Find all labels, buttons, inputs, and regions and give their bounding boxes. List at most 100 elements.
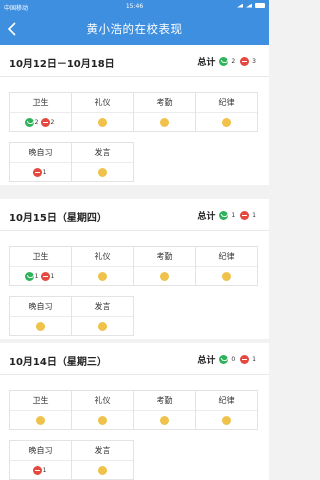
category-marks (72, 411, 133, 430)
smile-icon (24, 118, 34, 127)
category-cell[interactable]: 晚自习 1 (9, 440, 72, 480)
neutral-dot-icon (98, 416, 107, 425)
bad-count: 2 (50, 119, 55, 126)
category-cell[interactable]: 礼仪 (71, 246, 134, 286)
category-cell[interactable]: 晚自习 (9, 296, 72, 336)
bad-count: 1 (42, 169, 47, 176)
category-marks (72, 461, 133, 480)
category-marks (10, 317, 71, 336)
category-cell[interactable]: 考勤 (133, 92, 196, 132)
neutral-dot-icon (98, 272, 107, 281)
neutral-dot-icon (98, 466, 107, 475)
category-name: 卫生 (10, 247, 71, 267)
chevron-left-icon[interactable] (7, 22, 17, 36)
category-cell[interactable]: 卫生 (9, 390, 72, 430)
category-name: 晚自习 (10, 297, 71, 317)
divider (0, 374, 269, 375)
category-name: 考勤 (134, 247, 195, 267)
week-card-header: 10月15日（星期四） 总计 1 1 (0, 199, 269, 231)
wifi-icon (246, 3, 252, 8)
category-marks (72, 113, 133, 132)
category-name: 发言 (72, 441, 133, 461)
total-summary: 总计 2 3 (197, 55, 261, 68)
category-marks (10, 411, 71, 430)
frown-icon (240, 355, 250, 364)
bad-total: 1 (252, 356, 256, 363)
good-total: 1 (231, 212, 236, 219)
neutral-dot-icon (36, 416, 45, 425)
neutral-dot-icon (160, 118, 169, 127)
smile-icon (219, 57, 229, 66)
category-name: 晚自习 (10, 441, 71, 461)
category-marks (72, 163, 133, 182)
clock: 15:46 (125, 3, 144, 10)
week-card: 10月14日（星期三） 总计 0 1 卫生 礼仪 考勤 纪律 晚自习 1 发言 (0, 343, 269, 480)
total-label: 总计 (197, 356, 216, 366)
category-marks: 1 (10, 461, 71, 480)
category-name: 礼仪 (72, 247, 133, 267)
neutral-dot-icon (222, 118, 231, 127)
category-marks (72, 317, 133, 336)
good-total: 0 (231, 356, 236, 363)
category-grid: 卫生 礼仪 考勤 纪律晚自习 1 发言 (9, 390, 261, 480)
category-marks (72, 267, 133, 286)
category-name: 卫生 (10, 391, 71, 411)
bad-count: 1 (50, 273, 55, 280)
category-grid: 卫生 2 2 礼仪 考勤 纪律 晚自习 1 发言 (9, 92, 261, 182)
frown-icon (32, 168, 42, 177)
category-cell[interactable]: 发言 (71, 296, 134, 336)
category-marks: 11 (10, 267, 71, 286)
category-name: 发言 (72, 143, 133, 163)
category-cell[interactable]: 卫生 2 2 (9, 92, 72, 132)
category-cell[interactable]: 纪律 (195, 246, 258, 286)
good-count: 1 (34, 273, 39, 280)
category-cell[interactable]: 发言 (71, 440, 134, 480)
good-count: 2 (34, 119, 39, 126)
bad-count: 1 (42, 467, 47, 474)
frown-icon (32, 466, 42, 475)
category-cell[interactable]: 礼仪 (71, 390, 134, 430)
neutral-dot-icon (222, 416, 231, 425)
good-total: 2 (231, 58, 236, 65)
category-marks: 1 (10, 163, 71, 182)
week-date: 10月12日－10月18日 (9, 59, 115, 70)
neutral-dot-icon (222, 272, 231, 281)
smile-icon (219, 355, 229, 364)
nav-bar: 黄小浩的在校表现 (0, 13, 269, 45)
category-grid: 卫生 1 1 礼仪 考勤 纪律 晚自习 发言 (9, 246, 261, 336)
category-marks (196, 411, 257, 430)
category-cell[interactable]: 纪律 (195, 92, 258, 132)
week-card-header: 10月12日－10月18日 总计 2 3 (0, 45, 269, 77)
frown-icon (40, 118, 50, 127)
category-name: 纪律 (196, 247, 257, 267)
bad-total: 3 (252, 58, 256, 65)
category-marks (134, 267, 195, 286)
neutral-dot-icon (98, 322, 107, 331)
neutral-dot-icon (160, 272, 169, 281)
total-summary: 总计 0 1 (197, 353, 261, 366)
category-marks (134, 113, 195, 132)
neutral-dot-icon (98, 118, 107, 127)
category-cell[interactable]: 卫生 1 1 (9, 246, 72, 286)
category-cell[interactable]: 考勤 (133, 390, 196, 430)
category-cell[interactable]: 考勤 (133, 246, 196, 286)
category-cell[interactable]: 晚自习 1 (9, 142, 72, 182)
category-name: 礼仪 (72, 93, 133, 113)
status-icons (237, 3, 265, 8)
neutral-dot-icon (98, 168, 107, 177)
category-cell[interactable]: 纪律 (195, 390, 258, 430)
category-cell[interactable]: 礼仪 (71, 92, 134, 132)
total-summary: 总计 1 1 (197, 209, 261, 222)
category-name: 礼仪 (72, 391, 133, 411)
smile-icon (219, 211, 229, 220)
category-cell[interactable]: 发言 (71, 142, 134, 182)
category-name: 晚自习 (10, 143, 71, 163)
battery-icon (255, 3, 265, 8)
frown-icon (240, 211, 250, 220)
total-label: 总计 (197, 58, 216, 68)
category-marks (196, 267, 257, 286)
week-card-header: 10月14日（星期三） 总计 0 1 (0, 343, 269, 375)
signal-icon (237, 3, 243, 8)
category-marks (196, 113, 257, 132)
week-date: 10月15日（星期四） (9, 213, 107, 224)
